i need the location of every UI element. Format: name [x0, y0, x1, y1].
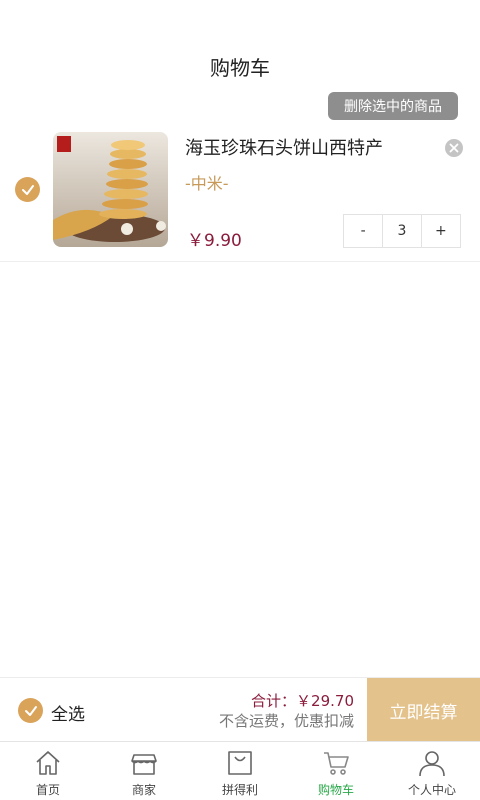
quantity-stepper: - 3 +: [343, 214, 461, 248]
total-note: 不含运费，优惠扣减: [218, 712, 354, 730]
header-bar: 购物车: [0, 0, 480, 90]
delete-selected-button[interactable]: 删除选中的商品: [328, 92, 458, 120]
tab-label: 商家: [131, 783, 156, 797]
page-title: 购物车: [210, 56, 270, 80]
product-name[interactable]: 海玉珍珠石头饼山西特产: [185, 134, 383, 160]
tab-cart[interactable]: 购物车: [288, 742, 384, 800]
tab-label: 个人中心: [407, 783, 456, 797]
increase-quantity-button[interactable]: +: [422, 215, 460, 247]
select-all-label[interactable]: 全选: [51, 700, 85, 725]
checkmark-icon: [21, 184, 34, 195]
remove-item-icon[interactable]: [444, 138, 464, 158]
product-image[interactable]: [53, 132, 168, 247]
tab-pindeli[interactable]: 拼得利: [192, 742, 288, 800]
tab-home[interactable]: 首页: [0, 742, 96, 800]
tab-profile[interactable]: 个人中心: [384, 742, 480, 800]
decrease-quantity-button[interactable]: -: [344, 215, 382, 247]
checkout-button[interactable]: 立即结算: [367, 678, 480, 742]
product-price: ￥9.90: [187, 231, 242, 251]
tab-label: 购物车: [317, 783, 354, 797]
total-amount: 合计：￥29.70: [251, 692, 354, 710]
checkout-bar: 全选 合计：￥29.70 不含运费，优惠扣减 立即结算: [0, 677, 480, 742]
tab-store[interactable]: 商家: [96, 742, 192, 800]
select-all-checkbox[interactable]: [18, 698, 43, 723]
cart-icon: [324, 752, 349, 775]
cart-item: 海玉珍珠石头饼山西特产 -中米- ￥9.90 - 3 +: [0, 122, 480, 262]
bottom-tab-bar: 首页 商家 拼得利 购物车 个人中心: [0, 741, 480, 800]
shopping-bag-icon: [228, 751, 252, 775]
tab-label: 拼得利: [221, 783, 258, 797]
tab-label: 首页: [35, 783, 60, 797]
quantity-value[interactable]: 3: [382, 215, 422, 247]
home-icon: [36, 751, 60, 775]
checkmark-icon: [24, 705, 37, 716]
user-icon: [419, 751, 445, 777]
store-icon: [131, 754, 157, 775]
item-select-checkbox[interactable]: [15, 177, 40, 202]
product-spec: -中米-: [185, 174, 229, 193]
